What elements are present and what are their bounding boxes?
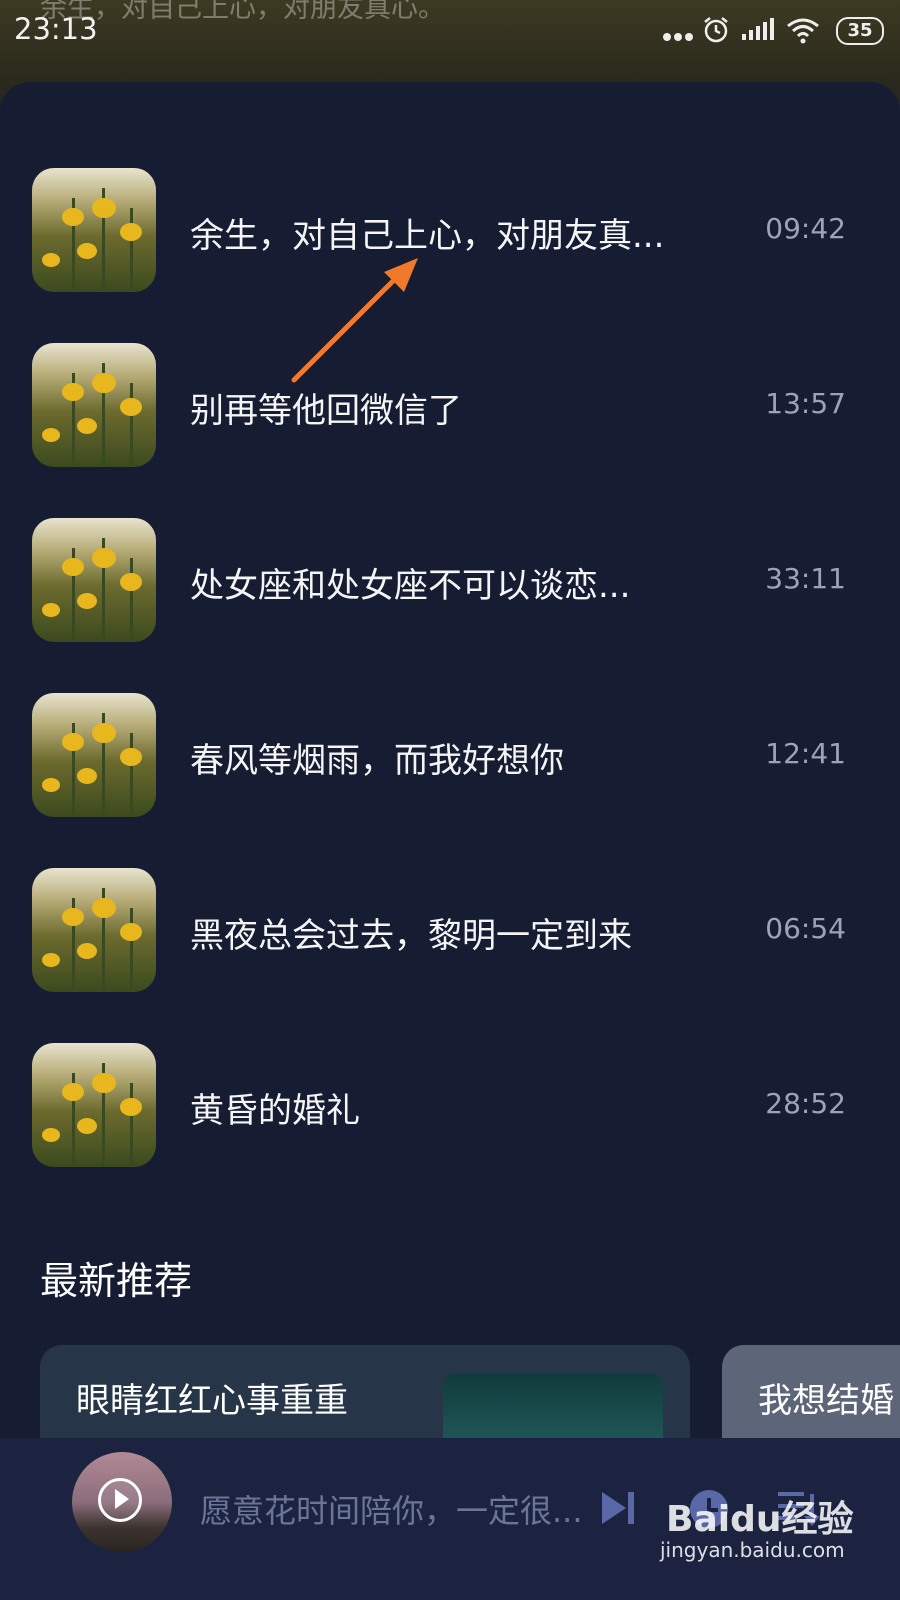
song-thumbnail bbox=[32, 343, 156, 467]
recommend-card-title: 我想结婚 bbox=[758, 1381, 894, 1421]
list-item[interactable]: 别再等他回微信了 13:57 bbox=[0, 343, 900, 493]
list-item[interactable]: 处女座和处女座不可以谈恋... 33:11 bbox=[0, 518, 900, 668]
song-title: 处女座和处女座不可以谈恋... bbox=[190, 566, 631, 606]
list-item[interactable]: 春风等烟雨，而我好想你 12:41 bbox=[0, 693, 900, 843]
list-item[interactable]: 黄昏的婚礼 28:52 bbox=[0, 1043, 900, 1193]
song-title: 黄昏的婚礼 bbox=[190, 1091, 360, 1131]
annotation-arrow bbox=[291, 258, 418, 383]
song-thumbnail bbox=[32, 868, 156, 992]
list-item[interactable]: 余生，对自己上心，对朋友真... 09:42 bbox=[0, 168, 900, 318]
alarm-icon bbox=[704, 17, 728, 43]
baidu-watermark: Baidu经验 jingyan.baidu.com bbox=[660, 1490, 853, 1570]
status-time: 23:13 bbox=[14, 12, 98, 46]
song-duration: 28:52 bbox=[765, 1087, 846, 1120]
song-duration: 09:42 bbox=[765, 212, 846, 245]
faded-header-title: 余生，对自己上心，对朋友真心。 bbox=[40, 0, 445, 24]
battery-icon: 35 bbox=[836, 17, 884, 45]
recommend-card-title: 眼睛红红心事重重 bbox=[76, 1381, 348, 1421]
song-thumbnail bbox=[32, 518, 156, 642]
song-duration: 12:41 bbox=[765, 737, 846, 770]
signal-icon bbox=[742, 18, 774, 40]
watermark-logo: Baidu经验 bbox=[666, 1499, 854, 1540]
watermark-url: jingyan.baidu.com bbox=[660, 1538, 845, 1562]
list-item[interactable]: 黑夜总会过去，黎明一定到来 06:54 bbox=[0, 868, 900, 1018]
play-triangle bbox=[115, 1489, 129, 1509]
song-thumbnail bbox=[32, 1043, 156, 1167]
next-track-icon[interactable] bbox=[598, 1490, 638, 1526]
song-thumbnail bbox=[32, 693, 156, 817]
wifi-icon bbox=[787, 18, 819, 44]
song-duration: 06:54 bbox=[765, 912, 846, 945]
recommend-section-title: 最新推荐 bbox=[40, 1259, 193, 1303]
song-title: 别再等他回微信了 bbox=[190, 391, 462, 431]
song-duration: 13:57 bbox=[765, 387, 846, 420]
song-title: 春风等烟雨，而我好想你 bbox=[190, 741, 564, 781]
song-thumbnail bbox=[32, 168, 156, 292]
song-duration: 33:11 bbox=[765, 562, 846, 595]
now-playing-title: 愿意花时间陪你，一定很... bbox=[200, 1492, 583, 1530]
song-title: 黑夜总会过去，黎明一定到来 bbox=[190, 916, 632, 956]
status-bar: 余生，对自己上心，对朋友真心。 23:13 35 bbox=[0, 0, 900, 60]
more-dots-icon bbox=[663, 33, 693, 41]
mini-player: 愿意花时间陪你，一定很... Baidu经验 jingyan.baidu.com bbox=[0, 1438, 900, 1600]
